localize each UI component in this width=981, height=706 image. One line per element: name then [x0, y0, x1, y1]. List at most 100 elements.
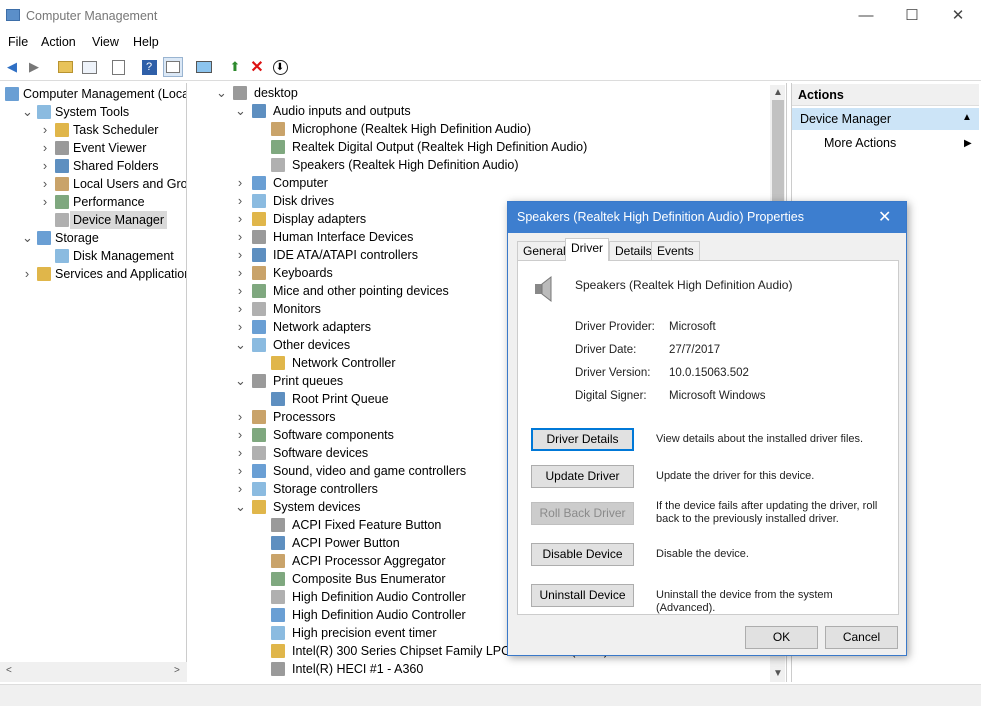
driver-details-description: View details about the installed driver …: [656, 433, 864, 445]
actions-device-manager[interactable]: Device Manager ▲: [792, 108, 979, 130]
scrollbar-thumb[interactable]: [772, 100, 784, 205]
update-driver-icon[interactable]: ⬆: [225, 57, 245, 77]
expand-chevron-icon[interactable]: ›: [235, 174, 245, 192]
tree-item-label: Task Scheduler: [73, 123, 159, 137]
device-item-speakers-realtek-high-definition-audio[interactable]: Speakers (Realtek High Definition Audio): [191, 156, 771, 174]
expand-chevron-icon[interactable]: ›: [235, 444, 245, 462]
tree-item-shared-folders[interactable]: › Shared Folders: [0, 157, 186, 175]
device-item-label: Root Print Queue: [292, 392, 389, 406]
expand-chevron-icon[interactable]: ›: [40, 175, 50, 193]
help-icon[interactable]: ?: [139, 57, 159, 77]
tree-item-device-manager[interactable]: Device Manager: [0, 211, 186, 229]
uninstall-device-button[interactable]: Uninstall Device: [531, 584, 634, 607]
device-item-microphone-realtek-high-definition-audio[interactable]: Microphone (Realtek High Definition Audi…: [191, 120, 771, 138]
tab-events[interactable]: Events: [651, 241, 700, 261]
download-icon[interactable]: ⬇: [270, 57, 290, 77]
device-item-label: Network adapters: [273, 320, 371, 334]
scroll-right-icon[interactable]: >: [174, 665, 180, 676]
expand-chevron-icon[interactable]: ›: [235, 426, 245, 444]
expand-chevron-icon[interactable]: ›: [22, 265, 32, 283]
device-icon: [252, 482, 266, 496]
tree-item-storage[interactable]: ⌄ Storage: [0, 229, 186, 247]
expand-chevron-icon[interactable]: ›: [235, 480, 245, 498]
expand-chevron-icon[interactable]: ›: [40, 139, 50, 157]
expand-chevron-icon[interactable]: ›: [235, 318, 245, 336]
menu-file[interactable]: File: [8, 35, 28, 49]
show-hide-tree-icon[interactable]: [79, 57, 99, 77]
disable-device-button[interactable]: Disable Device: [531, 543, 634, 566]
monitor-icon[interactable]: [194, 57, 214, 77]
menu-action[interactable]: Action: [41, 35, 76, 49]
expand-chevron-icon[interactable]: ›: [235, 246, 245, 264]
expand-chevron-icon[interactable]: ›: [235, 408, 245, 426]
uninstall-icon[interactable]: ✕: [247, 57, 267, 77]
expand-chevron-icon[interactable]: ›: [235, 264, 245, 282]
device-item-desktop[interactable]: ⌄ desktop: [191, 84, 771, 102]
ok-button[interactable]: OK: [745, 626, 818, 649]
forward-arrow-icon[interactable]: ▶: [24, 57, 44, 77]
scroll-up-icon[interactable]: ▲: [773, 87, 783, 98]
driver-details-button[interactable]: Driver Details: [531, 428, 634, 451]
device-item-label: Print queues: [273, 374, 344, 388]
show-action-pane-icon[interactable]: [163, 57, 183, 77]
device-icon: [252, 302, 266, 316]
node-icon: [37, 105, 51, 119]
expand-chevron-icon[interactable]: ›: [40, 157, 50, 175]
scroll-down-icon[interactable]: ▼: [773, 668, 783, 679]
uninstall-device-description: Uninstall the device from the system (Ad…: [656, 589, 833, 614]
dialog-title-bar: Speakers (Realtek High Definition Audio)…: [508, 202, 906, 233]
tab-driver[interactable]: Driver: [565, 238, 609, 261]
more-actions-arrow-icon[interactable]: ▶: [964, 138, 972, 149]
device-item-intel-r-heci-1-a360[interactable]: Intel(R) HECI #1 - A360: [191, 660, 771, 678]
expand-chevron-icon[interactable]: ›: [235, 282, 245, 300]
tree-item-task-scheduler[interactable]: › Task Scheduler: [0, 121, 186, 139]
minimize-button[interactable]: —: [843, 0, 889, 32]
tree-item-computer-management-local[interactable]: Computer Management (Local: [0, 85, 186, 103]
expand-chevron-icon[interactable]: ›: [40, 121, 50, 139]
maximize-button[interactable]: ☐: [889, 0, 935, 32]
expand-chevron-icon[interactable]: ›: [235, 300, 245, 318]
device-item-label: ACPI Processor Aggregator: [292, 554, 446, 568]
collapse-chevron-icon[interactable]: ⌄: [22, 103, 33, 121]
expand-chevron-icon[interactable]: ›: [235, 462, 245, 480]
expand-chevron-icon[interactable]: ›: [235, 228, 245, 246]
collapse-chevron-icon[interactable]: ⌄: [235, 102, 246, 120]
collapse-chevron-icon[interactable]: ⌄: [235, 498, 246, 516]
device-item-realtek-digital-output-realtek-high-definition-audio[interactable]: Realtek Digital Output (Realtek High Def…: [191, 138, 771, 156]
roll-back-driver-button[interactable]: Roll Back Driver: [531, 502, 634, 525]
menu-help[interactable]: Help: [133, 35, 159, 49]
cancel-button[interactable]: Cancel: [825, 626, 898, 649]
expand-chevron-icon[interactable]: ›: [235, 192, 245, 210]
more-actions[interactable]: More Actions: [824, 136, 896, 150]
device-icon: [252, 266, 266, 280]
collapse-up-icon[interactable]: ▲: [962, 112, 972, 123]
update-driver-button[interactable]: Update Driver: [531, 465, 634, 488]
back-arrow-icon[interactable]: ◀: [2, 57, 22, 77]
tree-item-disk-management[interactable]: Disk Management: [0, 247, 186, 265]
tree-item-event-viewer[interactable]: › Event Viewer: [0, 139, 186, 157]
tab-general[interactable]: General: [517, 241, 572, 261]
close-button[interactable]: ✕: [935, 0, 981, 32]
collapse-chevron-icon[interactable]: ⌄: [216, 84, 227, 102]
tree-item-system-tools[interactable]: ⌄ System Tools: [0, 103, 186, 121]
tree-item-services-and-applications[interactable]: › Services and Applications: [0, 265, 186, 283]
device-item-audio-inputs-and-outputs[interactable]: ⌄ Audio inputs and outputs: [191, 102, 771, 120]
device-item-label: Processors: [273, 410, 336, 424]
device-icon: [252, 464, 266, 478]
properties-icon[interactable]: [108, 57, 128, 77]
device-item-label: High Definition Audio Controller: [292, 590, 466, 604]
device-icon: [271, 536, 285, 550]
tree-item-performance[interactable]: › Performance: [0, 193, 186, 211]
collapse-chevron-icon[interactable]: ⌄: [235, 372, 246, 390]
menu-view[interactable]: View: [92, 35, 119, 49]
collapse-chevron-icon[interactable]: ⌄: [22, 229, 33, 247]
expand-chevron-icon[interactable]: ›: [235, 210, 245, 228]
up-folder-icon[interactable]: [55, 57, 75, 77]
scroll-left-icon[interactable]: <: [6, 665, 12, 676]
device-item-computer[interactable]: › Computer: [191, 174, 771, 192]
dialog-close-icon[interactable]: ✕: [878, 207, 891, 227]
collapse-chevron-icon[interactable]: ⌄: [235, 336, 246, 354]
expand-chevron-icon[interactable]: ›: [40, 193, 50, 211]
left-horizontal-scrollbar[interactable]: < >: [0, 662, 187, 682]
tree-item-local-users-and-groups[interactable]: › Local Users and Groups: [0, 175, 186, 193]
